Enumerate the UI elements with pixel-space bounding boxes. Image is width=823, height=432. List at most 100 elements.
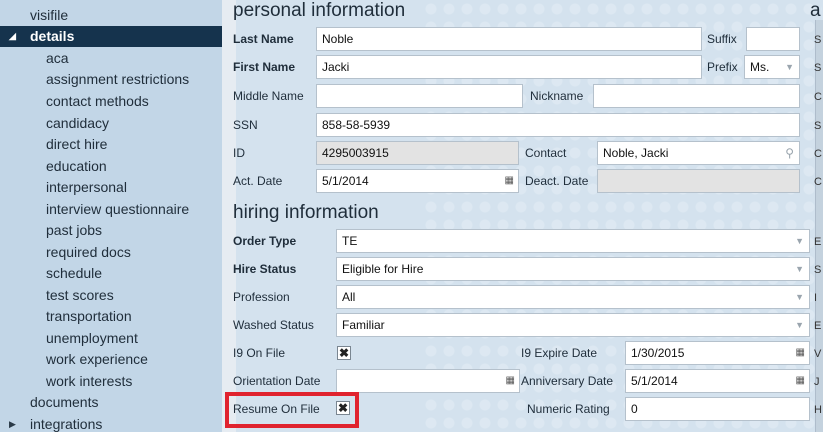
i9-on-file-label: I9 On File (233, 346, 286, 360)
anniversary-date-field[interactable]: 5/1/2014 ▦ (625, 369, 810, 393)
sidebar-item-unemployment[interactable]: unemployment (0, 328, 222, 349)
sidebar-item-transportation[interactable]: transportation (0, 306, 222, 327)
orientation-date-field[interactable]: ▦ (336, 369, 520, 393)
sidebar-item-candidacy[interactable]: candidacy (0, 113, 222, 134)
washed-status-label: Washed Status (233, 318, 314, 332)
calendar-icon[interactable]: ▦ (796, 370, 805, 392)
contact-lookup[interactable]: Noble, Jacki ⚲ (597, 141, 800, 165)
right-column-heading: a (810, 0, 821, 21)
order-type-select[interactable]: TE ▼ (336, 229, 810, 253)
calendar-icon[interactable]: ▦ (506, 370, 515, 392)
i9-on-file-checkbox[interactable]: ✖ (337, 346, 351, 360)
sidebar-item-label: transportation (46, 308, 132, 324)
orientation-date-label: Orientation Date (233, 374, 321, 388)
right-edge-label: J (814, 376, 820, 388)
sidebar-item-work-interests[interactable]: work interests (0, 371, 222, 392)
chevron-down-icon[interactable]: ▼ (795, 258, 804, 280)
nickname-field[interactable] (593, 84, 800, 108)
sidebar-item-documents[interactable]: documents (0, 392, 222, 413)
middle-name-field[interactable] (316, 84, 523, 108)
order-type-label: Order Type (233, 234, 297, 248)
sidebar-item-label: contact methods (46, 93, 149, 109)
sidebar-item-past-jobs[interactable]: past jobs (0, 220, 222, 241)
highlight-box (225, 392, 359, 428)
id-value: 4295003915 (322, 146, 389, 160)
act-date-field[interactable]: 5/1/2014 ▦ (316, 169, 519, 193)
chevron-down-icon[interactable]: ▼ (795, 230, 804, 252)
deact-date-label: Deact. Date (525, 174, 589, 188)
prefix-select[interactable]: Ms. ▼ (744, 55, 800, 79)
sidebar-item-aca[interactable]: aca (0, 48, 222, 69)
right-edge-label: V (814, 348, 822, 360)
sidebar-item-test-scores[interactable]: test scores (0, 285, 222, 306)
right-edge-label: S (814, 34, 822, 46)
ssn-field[interactable]: 858-58-5939 (316, 113, 800, 137)
chevron-down-icon[interactable]: ▼ (795, 286, 804, 308)
last-name-field[interactable]: Noble (316, 27, 702, 51)
sidebar-item-education[interactable]: education (0, 156, 222, 177)
sidebar-item-label: visifile (30, 7, 69, 23)
right-edge-label: E (814, 320, 822, 332)
profession-label: Profession (233, 290, 290, 304)
sidebar-item-label: required docs (46, 244, 131, 260)
washed-status-value: Familiar (342, 318, 385, 332)
i9-expire-date-field[interactable]: 1/30/2015 ▦ (625, 341, 810, 365)
ssn-value: 858-58-5939 (322, 118, 391, 132)
sidebar-item-interpersonal[interactable]: interpersonal (0, 177, 222, 198)
sidebar-item-direct-hire[interactable]: direct hire (0, 134, 222, 155)
sidebar-nav: visifile ◢ details aca assignment restri… (0, 0, 222, 432)
suffix-field[interactable] (746, 27, 800, 51)
last-name-value: Noble (322, 32, 354, 46)
sidebar-item-label: direct hire (46, 136, 108, 152)
numeric-rating-field[interactable]: 0 (625, 397, 810, 421)
hire-status-label: Hire Status (233, 262, 297, 276)
triangle-right-icon[interactable]: ▶ (9, 414, 16, 432)
sidebar-item-label: interpersonal (46, 179, 127, 195)
nickname-label: Nickname (530, 89, 584, 103)
sidebar-item-label: assignment restrictions (46, 71, 190, 87)
sidebar-item-label: aca (46, 50, 69, 66)
sidebar-item-label: documents (30, 394, 99, 410)
search-icon[interactable]: ⚲ (785, 142, 794, 164)
washed-status-select[interactable]: Familiar ▼ (336, 313, 810, 337)
sidebar-item-required-docs[interactable]: required docs (0, 242, 222, 263)
right-edge-label: S (814, 120, 822, 132)
sidebar-item-assignment-restrictions[interactable]: assignment restrictions (0, 69, 222, 90)
chevron-down-icon[interactable]: ▼ (795, 314, 804, 336)
right-edge-label: S (814, 62, 822, 74)
sidebar-item-label: details (30, 28, 75, 44)
sidebar-item-work-experience[interactable]: work experience (0, 349, 222, 370)
sidebar-item-schedule[interactable]: schedule (0, 263, 222, 284)
prefix-label: Prefix (707, 60, 738, 74)
calendar-icon[interactable]: ▦ (796, 342, 805, 364)
right-edge-label: C (814, 176, 822, 188)
triangle-down-icon[interactable]: ◢ (9, 26, 16, 47)
hire-status-value: Eligible for Hire (342, 262, 424, 276)
sidebar-item-integrations[interactable]: ▶ integrations (0, 414, 222, 432)
last-name-label: Last Name (233, 32, 294, 46)
sidebar-item-label: candidacy (46, 115, 110, 131)
right-edge-label: C (814, 91, 822, 103)
right-edge-label: C (814, 148, 822, 160)
calendar-icon[interactable]: ▦ (505, 170, 514, 192)
first-name-field[interactable]: Jacki (316, 55, 702, 79)
sidebar-item-interview-questionnaire[interactable]: interview questionnaire (0, 199, 222, 220)
ssn-label: SSN (233, 118, 258, 132)
order-type-value: TE (342, 234, 358, 248)
sidebar-item-details[interactable]: ◢ details (0, 26, 222, 47)
sidebar-item-label: test scores (46, 287, 114, 303)
suffix-label: Suffix (707, 32, 737, 46)
profession-value: All (342, 290, 356, 304)
scrollbar[interactable] (815, 20, 823, 432)
sidebar-item-visifile[interactable]: visifile (0, 5, 222, 26)
sidebar-item-contact-methods[interactable]: contact methods (0, 91, 222, 112)
anniversary-date-label: Anniversary Date (521, 374, 614, 388)
right-edge-label: H (814, 404, 822, 416)
act-date-label: Act. Date (233, 174, 283, 188)
contact-value: Noble, Jacki (603, 146, 669, 160)
chevron-down-icon[interactable]: ▼ (785, 56, 794, 78)
hire-status-select[interactable]: Eligible for Hire ▼ (336, 257, 810, 281)
profession-select[interactable]: All ▼ (336, 285, 810, 309)
first-name-label: First Name (233, 60, 296, 74)
personal-info-heading: personal information (233, 0, 406, 21)
